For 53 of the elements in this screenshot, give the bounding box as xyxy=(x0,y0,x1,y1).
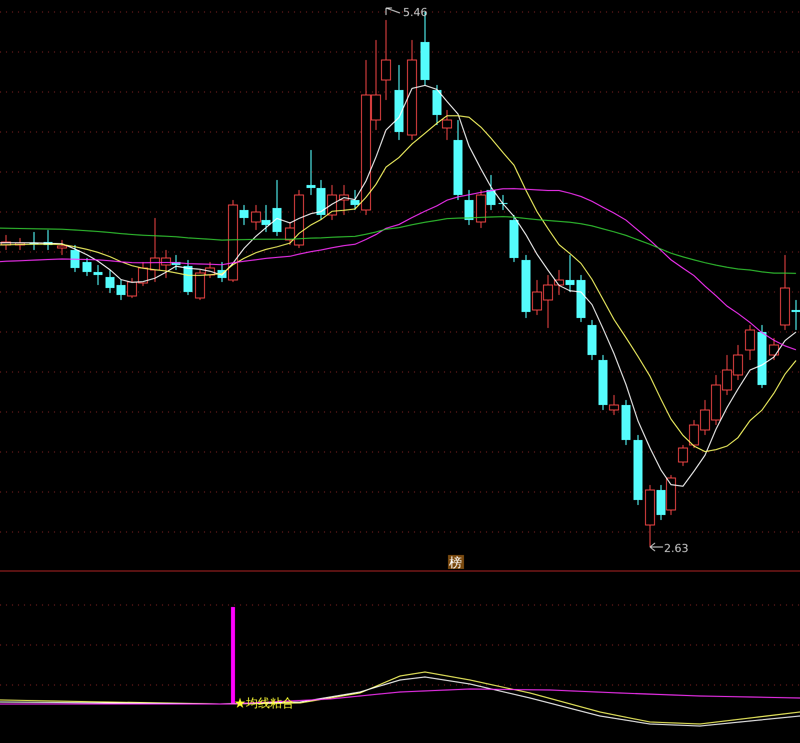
candlestick xyxy=(350,190,360,210)
candlestick xyxy=(218,262,226,282)
candlestick xyxy=(645,484,655,548)
candlestick xyxy=(576,274,586,322)
candlestick xyxy=(464,190,474,226)
candlestick xyxy=(240,204,248,226)
candlestick xyxy=(711,374,721,426)
low-price-label: 2.63 xyxy=(650,542,688,555)
candlestick xyxy=(689,420,699,448)
candlestick xyxy=(15,238,25,250)
candlestick xyxy=(666,474,676,516)
candlestick xyxy=(138,262,148,286)
divider-tag: 榜 xyxy=(448,555,464,570)
candlestick xyxy=(792,300,800,330)
candlestick xyxy=(116,280,126,300)
candlestick xyxy=(44,230,52,250)
candlestick xyxy=(262,204,270,232)
candlestick xyxy=(722,354,732,396)
candlestick xyxy=(700,400,710,436)
candlestick xyxy=(510,214,518,262)
candlestick xyxy=(339,184,349,216)
candlestick xyxy=(94,264,102,286)
candlestick xyxy=(251,204,261,230)
candlestick xyxy=(498,194,508,210)
candlestick xyxy=(609,394,619,416)
candlestick xyxy=(656,484,666,520)
candlestick xyxy=(758,324,766,388)
candlestick xyxy=(566,254,574,292)
candlestick xyxy=(733,344,743,380)
candlestick xyxy=(769,338,779,360)
candlestick xyxy=(522,254,530,318)
candlestick xyxy=(588,320,596,360)
candlestick xyxy=(82,258,92,276)
candlestick xyxy=(30,232,38,250)
candlestick xyxy=(327,184,337,220)
candlestick xyxy=(57,240,67,256)
candlestick xyxy=(476,190,486,228)
candlestick xyxy=(442,110,452,140)
candlestick xyxy=(678,444,688,466)
candlestick xyxy=(184,260,192,296)
candlestick xyxy=(306,150,316,196)
candlestick xyxy=(127,278,137,298)
candlestick xyxy=(634,434,642,506)
candlestick xyxy=(272,180,282,236)
high-price-label: 5.46 xyxy=(386,6,428,19)
candlestick xyxy=(432,84,442,126)
candlestick xyxy=(622,400,630,446)
candlestick xyxy=(745,324,755,360)
candlestick xyxy=(486,174,496,210)
candlestick xyxy=(70,244,80,272)
candlestick xyxy=(106,270,114,294)
candlestick xyxy=(598,354,608,410)
candlestick xyxy=(316,180,326,220)
